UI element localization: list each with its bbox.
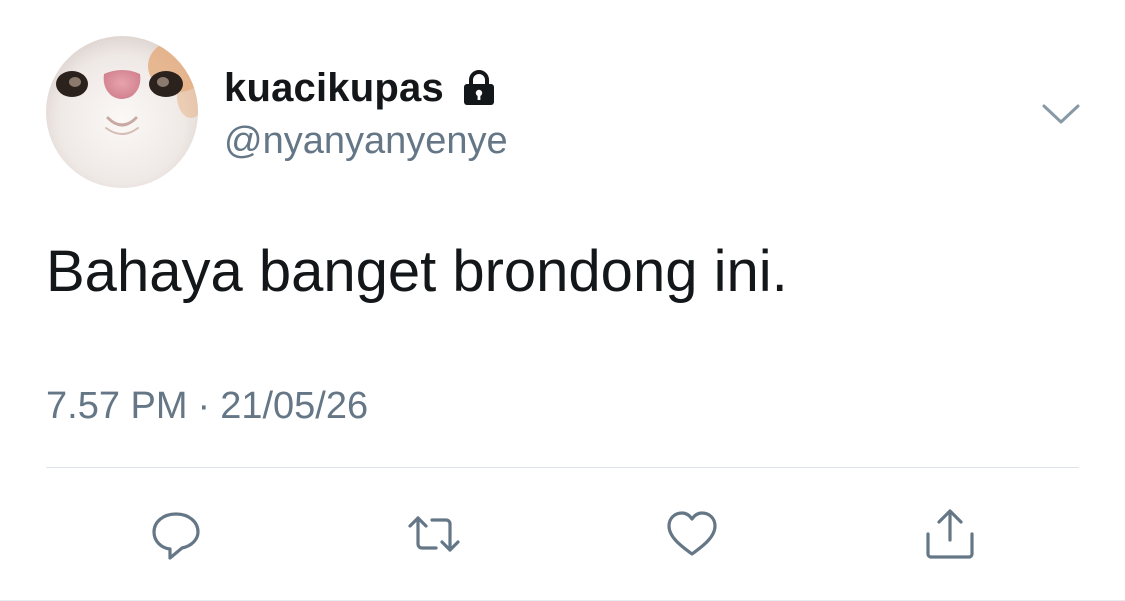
display-name[interactable]: kuacikupas (224, 63, 498, 113)
speech-bubble-icon (152, 512, 200, 560)
tweet-text: Bahaya banget brondong ini. (46, 239, 788, 304)
timestamp[interactable]: 7.57 PM · 21/05/26 (46, 385, 368, 428)
retweet-arrows-icon (408, 516, 460, 552)
retweet-button[interactable] (404, 506, 464, 562)
display-name-text: kuacikupas (224, 65, 444, 110)
cat-avatar-image (46, 36, 198, 188)
reply-button[interactable] (146, 506, 206, 562)
share-button[interactable] (920, 506, 980, 562)
share-upload-icon (926, 509, 974, 559)
like-button[interactable] (662, 506, 722, 562)
tweet-date: 21/05/26 (220, 385, 369, 427)
tweet-time: 7.57 PM (46, 385, 188, 427)
lock-icon (460, 69, 498, 107)
handle[interactable]: @nyanyanyenye (224, 120, 508, 163)
more-options-button[interactable] (1038, 96, 1084, 132)
divider (46, 467, 1079, 468)
avatar[interactable] (46, 36, 198, 188)
timestamp-separator: · (197, 385, 211, 427)
chevron-down-icon (1042, 104, 1080, 124)
heart-icon (667, 511, 717, 556)
